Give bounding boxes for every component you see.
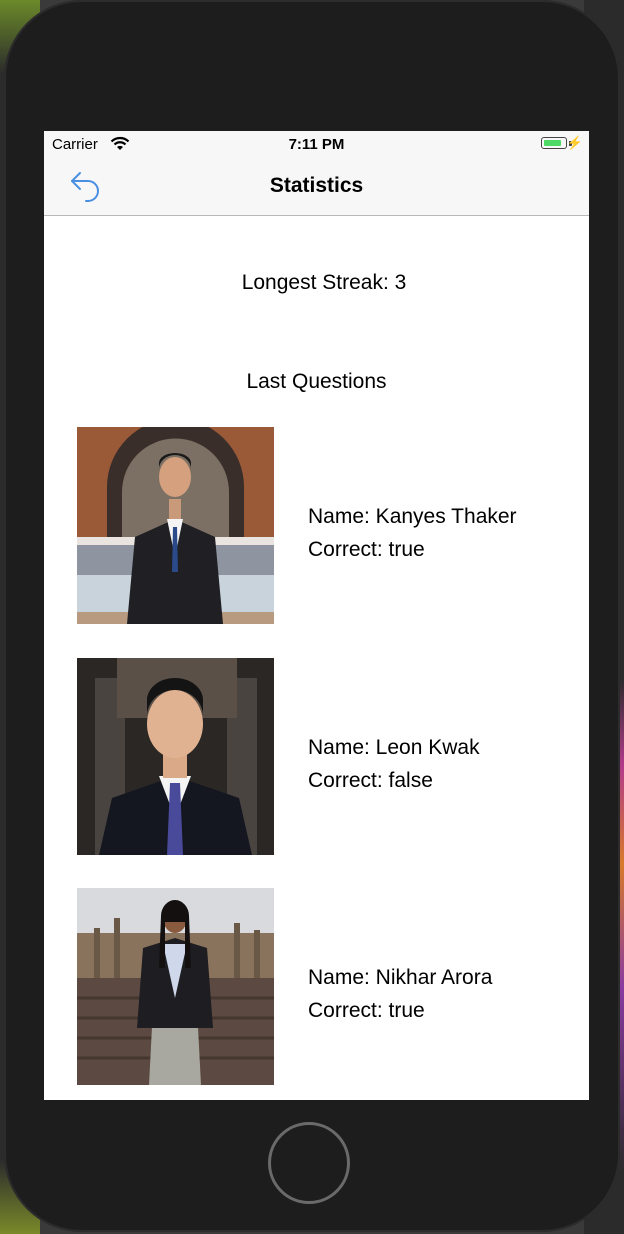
question-entry: Name: Nikhar Arora Correct: true xyxy=(77,888,577,1085)
person-photo xyxy=(77,888,274,1085)
entry-info: Name: Nikhar Arora Correct: true xyxy=(308,961,492,1027)
entry-correct: Correct: true xyxy=(308,999,425,1022)
entry-name: Name: Nikhar Arora xyxy=(308,966,493,989)
entry-correct: Correct: true xyxy=(308,538,425,561)
entry-name: Name: Leon Kwak xyxy=(308,736,480,759)
screen: Carrier 7:11 PM ⚡ Statistics Longest Str… xyxy=(44,131,589,1100)
entry-info: Name: Kanyes Thaker Correct: true xyxy=(308,500,517,566)
question-entry: Name: Leon Kwak Correct: false xyxy=(77,658,577,855)
person-photo xyxy=(77,427,274,624)
status-bar: Carrier 7:11 PM ⚡ xyxy=(44,131,589,157)
battery-icon xyxy=(541,137,567,149)
longest-streak-label: Longest Streak: 3 xyxy=(241,271,407,294)
question-entry: Name: Kanyes Thaker Correct: true xyxy=(77,427,577,624)
phone-frame: Carrier 7:11 PM ⚡ Statistics Longest Str… xyxy=(4,0,620,1232)
entry-info: Name: Leon Kwak Correct: false xyxy=(308,731,480,797)
entry-correct: Correct: false xyxy=(308,769,433,792)
status-time: 7:11 PM xyxy=(288,136,345,153)
last-questions-heading: Last Questions xyxy=(246,370,387,393)
charging-bolt-icon: ⚡ xyxy=(566,135,583,150)
entry-name: Name: Kanyes Thaker xyxy=(308,505,517,528)
page-title: Statistics xyxy=(269,174,364,197)
home-button[interactable] xyxy=(268,1122,350,1204)
navigation-bar: Statistics xyxy=(44,157,589,216)
person-photo xyxy=(77,658,274,855)
